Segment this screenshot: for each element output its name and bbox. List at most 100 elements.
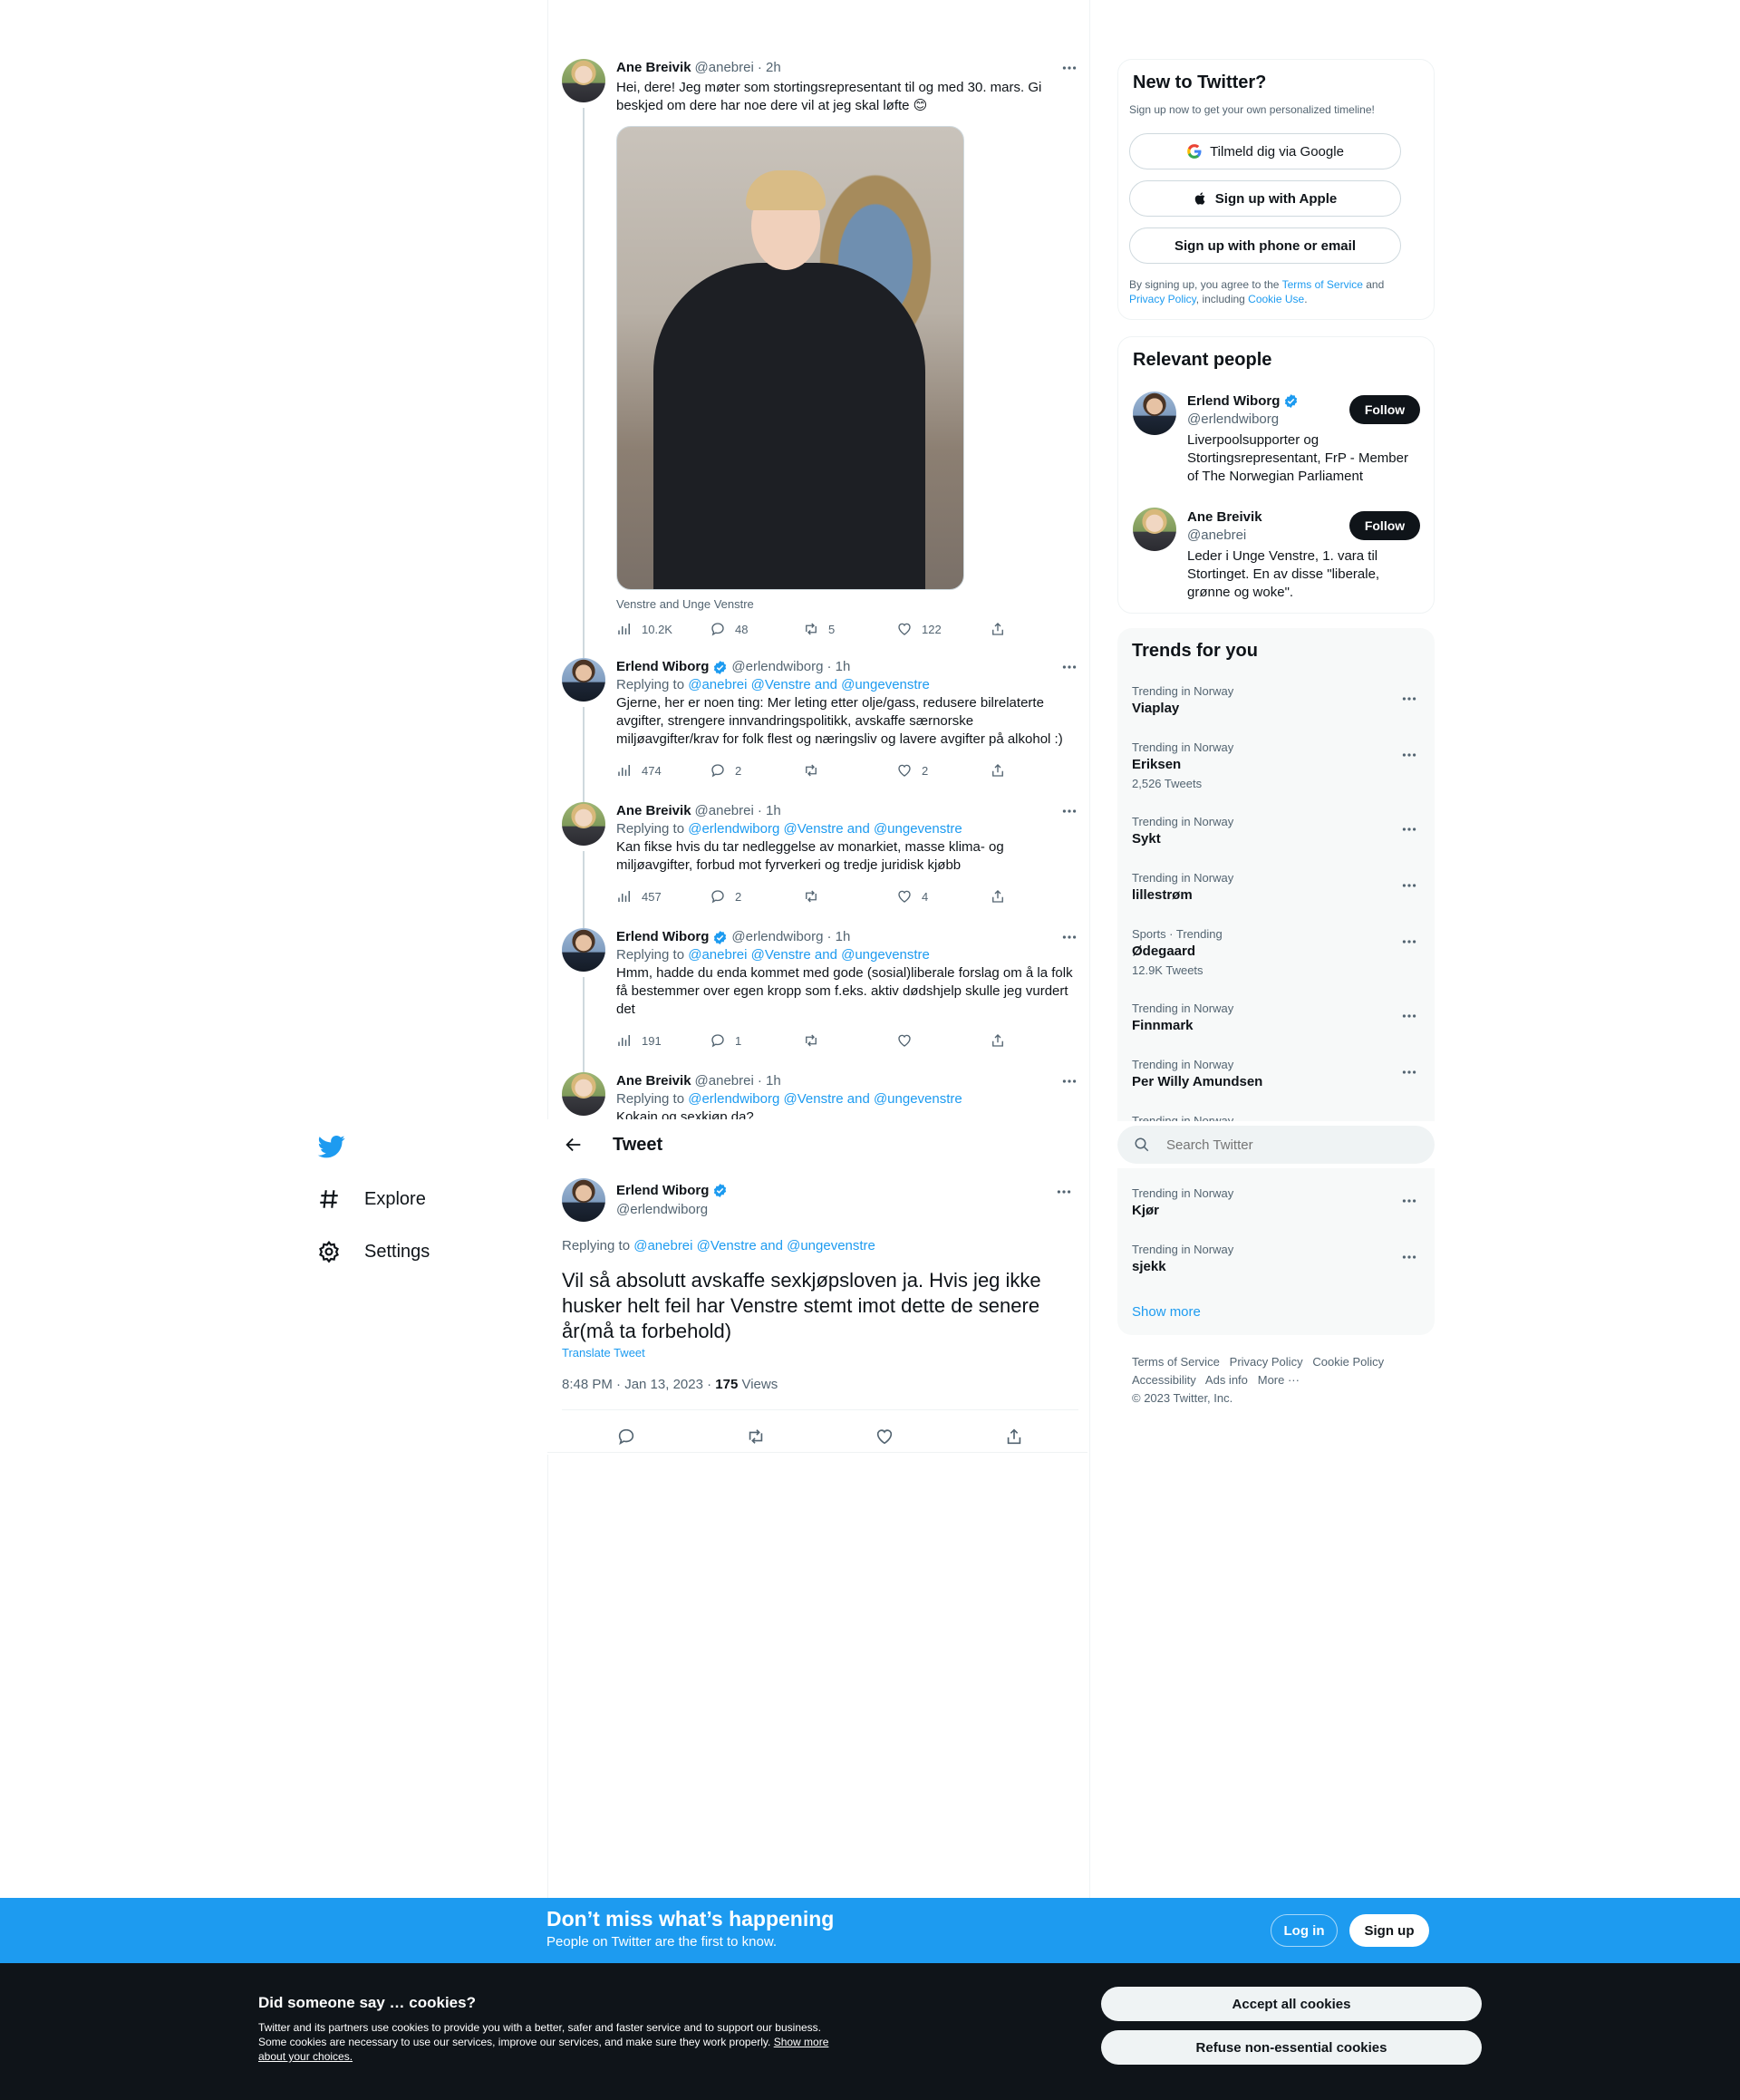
retweet-button[interactable] bbox=[803, 762, 890, 779]
replying-to-links[interactable]: @erlendwiborg @Venstre and @ungevenstre bbox=[688, 821, 962, 837]
author-handle[interactable]: @erlendwiborg bbox=[731, 928, 823, 946]
author-name[interactable]: Erlend Wiborg bbox=[616, 658, 709, 676]
views-button[interactable]: 10.2K bbox=[616, 621, 703, 637]
more-options-icon[interactable] bbox=[1060, 928, 1078, 946]
person-name[interactable]: Ane Breivik bbox=[1187, 509, 1262, 525]
apple-signup-button[interactable]: Sign up with Apple bbox=[1129, 180, 1401, 217]
phone-email-signup-button[interactable]: Sign up with phone or email bbox=[1129, 227, 1401, 264]
avatar[interactable] bbox=[562, 59, 605, 102]
follow-button[interactable]: Follow bbox=[1349, 395, 1420, 424]
person-name-row[interactable]: Erlend Wiborg bbox=[1187, 393, 1299, 409]
login-button[interactable]: Log in bbox=[1271, 1914, 1338, 1947]
trend-item[interactable]: Trending in Norway Finnmark bbox=[1117, 1002, 1435, 1058]
photo-caption[interactable]: Venstre and Unge Venstre bbox=[616, 597, 754, 611]
footer-accessibility-link[interactable]: Accessibility bbox=[1132, 1373, 1196, 1387]
search-input[interactable] bbox=[1166, 1126, 1420, 1164]
search-input-box[interactable] bbox=[1117, 1126, 1435, 1164]
trend-item[interactable]: Trending in Norway Sykt bbox=[1117, 815, 1435, 871]
footer-cookie-link[interactable]: Cookie Policy bbox=[1312, 1355, 1384, 1369]
avatar[interactable] bbox=[1133, 508, 1176, 551]
more-options-icon[interactable] bbox=[1055, 1183, 1073, 1201]
signup-button[interactable]: Sign up bbox=[1349, 1914, 1429, 1947]
avatar[interactable] bbox=[562, 928, 605, 972]
author-handle[interactable]: @anebrei bbox=[695, 59, 754, 77]
author-name[interactable]: Erlend Wiborg bbox=[616, 1183, 709, 1198]
person-name[interactable]: Erlend Wiborg bbox=[1187, 393, 1280, 409]
author-handle[interactable]: @anebrei bbox=[695, 802, 754, 820]
like-button[interactable] bbox=[896, 1032, 983, 1049]
reply-button[interactable]: 1 bbox=[710, 1032, 797, 1049]
more-options-icon[interactable] bbox=[1402, 1007, 1420, 1025]
retweet-button[interactable]: 5 bbox=[803, 621, 890, 637]
share-button[interactable] bbox=[990, 621, 1008, 637]
twitter-logo-icon[interactable] bbox=[317, 1133, 346, 1160]
views-button[interactable]: 457 bbox=[616, 888, 703, 905]
more-options-icon[interactable] bbox=[1402, 690, 1420, 708]
more-options-icon[interactable] bbox=[1060, 802, 1078, 820]
refuse-cookies-button[interactable]: Refuse non-essential cookies bbox=[1101, 2030, 1482, 2065]
more-options-icon[interactable] bbox=[1402, 1248, 1420, 1266]
tweet-time[interactable]: · 1h bbox=[758, 1072, 781, 1090]
reply-button[interactable]: 2 bbox=[710, 762, 797, 779]
avatar[interactable] bbox=[562, 1072, 605, 1116]
nav-settings[interactable]: Settings bbox=[317, 1240, 430, 1263]
translate-tweet-link[interactable]: Translate Tweet bbox=[562, 1346, 645, 1360]
tweet-photo[interactable] bbox=[616, 126, 964, 590]
trend-item[interactable]: Sports · Trending Ødegaard 12.9K Tweets bbox=[1117, 927, 1435, 983]
like-button[interactable]: 4 bbox=[896, 888, 983, 905]
like-button[interactable]: 2 bbox=[896, 762, 983, 779]
trend-item[interactable]: Trending in Norway Eriksen 2,526 Tweets bbox=[1117, 740, 1435, 797]
views-button[interactable]: 191 bbox=[616, 1032, 703, 1049]
views-button[interactable]: 474 bbox=[616, 762, 703, 779]
author-handle[interactable]: @erlendwiborg bbox=[616, 1202, 708, 1217]
reply-icon[interactable] bbox=[616, 1427, 636, 1447]
more-options-icon[interactable] bbox=[1060, 1072, 1078, 1090]
author-name[interactable]: Ane Breivik bbox=[616, 59, 691, 77]
replying-to-links[interactable]: @anebrei @Venstre and @ungevenstre bbox=[633, 1238, 875, 1253]
reply-button[interactable]: 48 bbox=[710, 621, 797, 637]
thread-tweet[interactable]: Ane Breivik @anebrei · 1h Replying to @e… bbox=[562, 802, 1078, 928]
retweet-icon[interactable] bbox=[746, 1427, 766, 1447]
tweet-time[interactable]: · 1h bbox=[758, 802, 781, 820]
trend-item[interactable]: Trending in Norway Viaplay bbox=[1117, 684, 1435, 740]
thread-tweet[interactable]: Ane Breivik @anebrei · 2h Hei, dere! Jeg… bbox=[562, 59, 1078, 674]
retweet-button[interactable] bbox=[803, 1032, 890, 1049]
author-name-row[interactable]: Erlend Wiborg bbox=[616, 1183, 728, 1198]
thread-tweet[interactable]: Ane Breivik @anebrei · 1h Replying to @e… bbox=[562, 1072, 1078, 1119]
avatar[interactable] bbox=[562, 658, 605, 702]
footer-more-link[interactable]: More ··· bbox=[1258, 1373, 1300, 1387]
heart-icon[interactable] bbox=[875, 1427, 894, 1447]
more-options-icon[interactable] bbox=[1402, 746, 1420, 764]
avatar[interactable] bbox=[562, 1178, 605, 1222]
replying-to-links[interactable]: @anebrei @Venstre and @ungevenstre bbox=[688, 677, 930, 692]
author-handle[interactable]: @anebrei bbox=[695, 1072, 754, 1090]
more-options-icon[interactable] bbox=[1402, 1063, 1420, 1081]
footer-ads-link[interactable]: Ads info bbox=[1205, 1373, 1248, 1387]
more-options-icon[interactable] bbox=[1060, 658, 1078, 676]
author-name[interactable]: Erlend Wiborg bbox=[616, 928, 709, 946]
reply-button[interactable]: 2 bbox=[710, 888, 797, 905]
replying-to-links[interactable]: @erlendwiborg @Venstre and @ungevenstre bbox=[688, 1091, 962, 1107]
privacy-link[interactable]: Privacy Policy bbox=[1129, 293, 1196, 305]
share-button[interactable] bbox=[990, 762, 1008, 779]
share-icon[interactable] bbox=[1004, 1427, 1024, 1447]
share-button[interactable] bbox=[990, 1032, 1008, 1049]
footer-privacy-link[interactable]: Privacy Policy bbox=[1230, 1355, 1303, 1369]
trend-item[interactable]: Trending in Norway Kjør bbox=[1117, 1186, 1435, 1243]
accept-cookies-button[interactable]: Accept all cookies bbox=[1101, 1987, 1482, 2021]
trend-item[interactable]: Trending in Norway Per Willy Amundsen bbox=[1117, 1058, 1435, 1114]
like-button[interactable]: 122 bbox=[896, 621, 983, 637]
author-name[interactable]: Ane Breivik bbox=[616, 802, 691, 820]
nav-explore[interactable]: Explore bbox=[317, 1187, 426, 1211]
google-signup-button[interactable]: Tilmeld dig via Google bbox=[1129, 133, 1401, 169]
trend-item[interactable]: Trending in Norway sjekk bbox=[1117, 1243, 1435, 1299]
more-options-icon[interactable] bbox=[1402, 876, 1420, 895]
person-handle[interactable]: @anebrei bbox=[1187, 527, 1246, 543]
author-handle[interactable]: @erlendwiborg bbox=[731, 658, 823, 676]
tweet-time[interactable]: · 2h bbox=[758, 59, 781, 77]
more-options-icon[interactable] bbox=[1402, 1192, 1420, 1210]
more-options-icon[interactable] bbox=[1060, 59, 1078, 77]
tweet-time[interactable]: · 1h bbox=[827, 928, 851, 946]
terms-link[interactable]: Terms of Service bbox=[1282, 278, 1363, 291]
show-more-link[interactable]: Show more bbox=[1132, 1304, 1201, 1320]
